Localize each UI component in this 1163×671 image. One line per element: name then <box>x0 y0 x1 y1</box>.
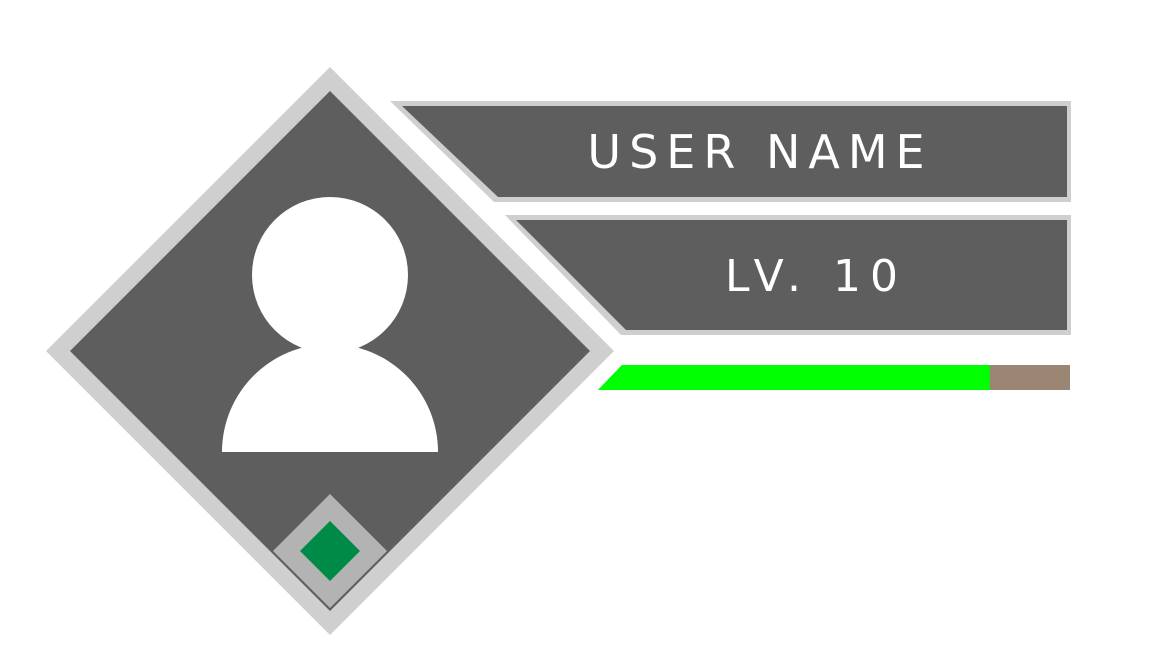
player-profile-hud: USER NAME LV. 10 <box>0 0 1163 671</box>
player-level: LV. 10 <box>725 251 907 302</box>
xp-bar-fill <box>598 365 990 390</box>
level-plate: LV. 10 <box>505 215 1071 335</box>
name-plate: USER NAME <box>390 101 1071 202</box>
xp-bar <box>598 365 1070 390</box>
hud-canvas: USER NAME LV. 10 <box>46 67 1071 635</box>
player-name: USER NAME <box>587 125 932 179</box>
